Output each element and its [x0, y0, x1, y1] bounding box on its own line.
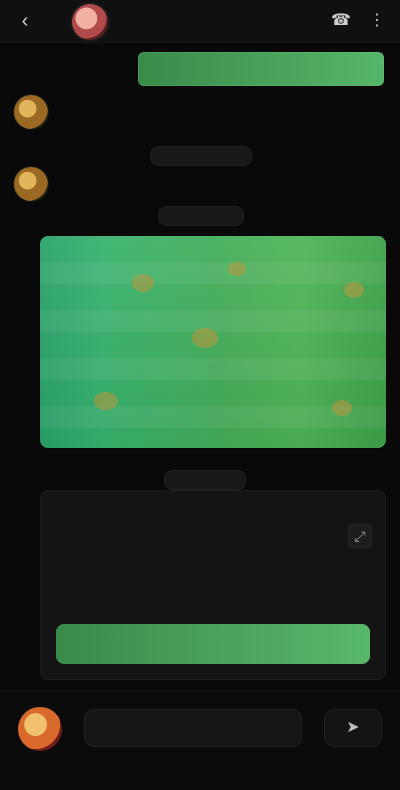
field-stripe — [40, 358, 386, 380]
player-marker — [192, 328, 218, 348]
call-icon: ☎ — [331, 12, 351, 29]
player-marker — [344, 282, 364, 298]
expand-button[interactable]: ⤢ — [348, 524, 372, 548]
reply-action-button[interactable] — [56, 624, 370, 664]
player-marker — [94, 392, 118, 410]
top-banner[interactable] — [138, 52, 384, 86]
send-icon: ➤ — [346, 719, 360, 736]
expand-icon: ⤢ — [354, 528, 366, 544]
player-marker — [132, 274, 154, 292]
chat-screen: ‹ ☎ ⋮ ⤢ ➤ — [0, 0, 400, 790]
reply-line — [60, 574, 180, 588]
system-row — [14, 92, 264, 132]
send-button[interactable]: ➤ — [324, 709, 382, 747]
reply-line — [60, 534, 340, 548]
header-actions: ☎ ⋮ — [330, 10, 388, 32]
chat-avatar[interactable] — [72, 4, 108, 40]
bot-avatar — [14, 95, 48, 129]
field-stripe — [40, 310, 386, 332]
date-pill — [158, 206, 244, 226]
more-icon: ⋮ — [369, 12, 385, 29]
player-marker — [228, 262, 246, 276]
bot-avatar — [14, 167, 48, 201]
field-stripe — [40, 262, 386, 284]
message-input[interactable] — [84, 709, 302, 747]
footer-left-hint — [18, 768, 138, 782]
more-button[interactable]: ⋮ — [366, 10, 388, 32]
reply-card[interactable]: ⤢ — [40, 490, 386, 680]
call-button[interactable]: ☎ — [330, 10, 352, 32]
reply-line — [60, 510, 290, 524]
date-pill — [164, 470, 246, 490]
chat-subtitle — [118, 24, 238, 34]
bottom-bar — [0, 760, 400, 790]
chat-title — [118, 8, 288, 22]
back-button[interactable]: ‹ — [14, 10, 36, 32]
chat-header: ‹ ☎ ⋮ — [0, 0, 400, 43]
footer-right-hint — [312, 768, 382, 782]
back-arrow-icon: ‹ — [21, 10, 29, 32]
system-row — [14, 164, 264, 204]
football-field-image[interactable] — [40, 236, 386, 448]
date-pill — [150, 146, 252, 166]
player-marker — [332, 400, 352, 416]
user-avatar[interactable] — [18, 707, 62, 751]
